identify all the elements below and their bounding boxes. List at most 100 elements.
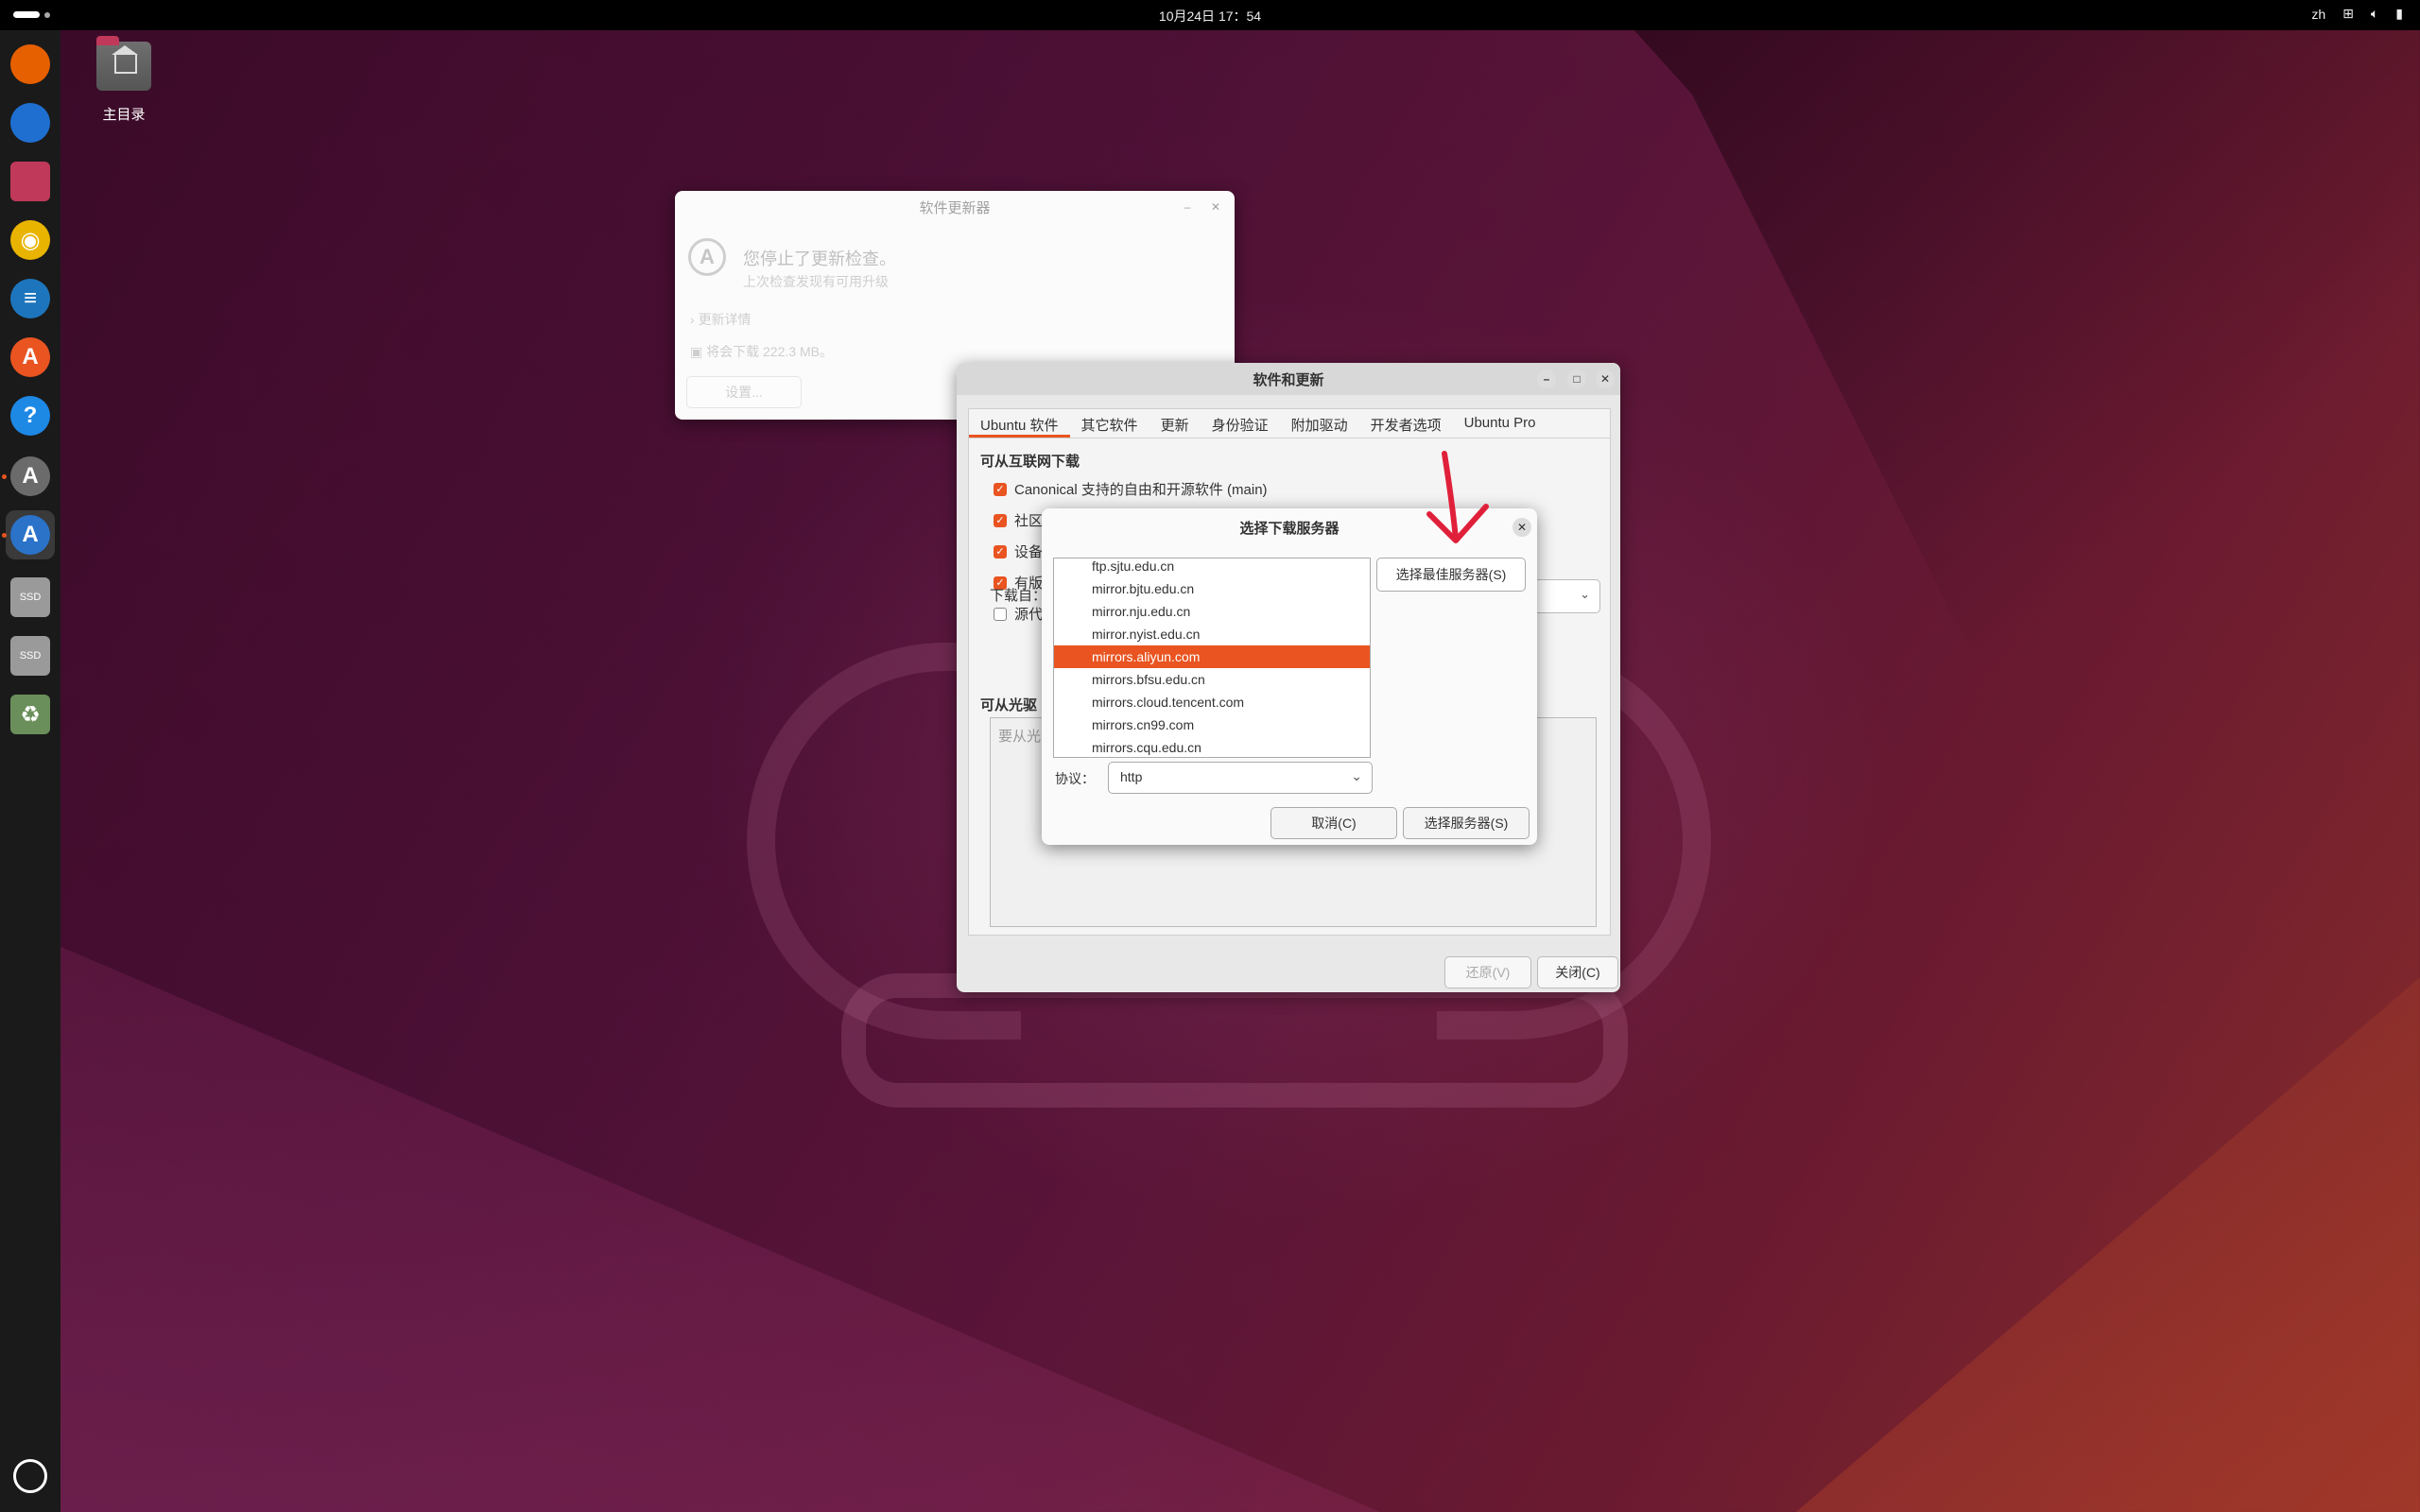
cancel-button[interactable]: 取消(C)	[1270, 807, 1397, 839]
dock-item[interactable]	[6, 98, 55, 147]
updater-titlebar: 软件更新器 – ✕	[675, 191, 1235, 223]
update-details-label: 更新详情	[698, 312, 752, 327]
top-bar: 10月24日 17：54 zh ⊞ 🔈︎ ▮	[0, 0, 2420, 30]
server-list-item[interactable]: mirror.bjtu.edu.cn	[1054, 577, 1370, 600]
source-checkbox-row[interactable]: ✓ Canonical 支持的自由和开源软件 (main)	[994, 479, 1268, 499]
update-details-expander[interactable]: › 更新详情	[690, 310, 752, 329]
ssd-drive-2-icon: SSD	[10, 636, 50, 676]
wallpaper-crown-ring	[841, 973, 1628, 1108]
protocol-value: http	[1120, 769, 1143, 784]
source-checkbox-row[interactable]: 源代	[994, 604, 1043, 624]
protocol-dropdown[interactable]: http ⌄	[1108, 762, 1373, 794]
show-apps-button[interactable]	[6, 1452, 55, 1501]
cdrom-section-title: 可从光驱	[980, 697, 1038, 713]
files-icon	[10, 162, 50, 201]
dock-item[interactable]: A	[6, 333, 55, 382]
dock-item[interactable]: SSD	[6, 573, 55, 622]
swu-titlebar: 软件和更新 – □ ✕	[957, 363, 1620, 395]
select-best-server-button[interactable]: 选择最佳服务器(S)	[1376, 558, 1526, 592]
updater-app-icon: A	[688, 238, 726, 276]
ssd-drive-icon: SSD	[10, 577, 50, 617]
input-language[interactable]: zh	[2311, 7, 2325, 22]
dock-item[interactable]: ≡	[6, 274, 55, 323]
server-list[interactable]: ftp.sjtu.edu.cn mirror.bjtu.edu.cn mirror.…	[1053, 558, 1371, 758]
server-list-item[interactable]: ftp.sjtu.edu.cn	[1054, 558, 1370, 577]
close-button[interactable]: ✕	[1512, 518, 1531, 537]
tab-2[interactable]: 更新	[1150, 409, 1201, 438]
running-indicator	[2, 533, 7, 538]
dock-item[interactable]: A	[2, 510, 55, 559]
dock-item[interactable]: ◉	[6, 215, 55, 265]
server-list-item[interactable]: mirror.nju.edu.cn	[1054, 600, 1370, 623]
server-list-item[interactable]: mirror.nyist.edu.cn	[1054, 623, 1370, 645]
updater-subheading: 上次检查发现有可用升级	[743, 274, 889, 289]
checkbox[interactable]	[994, 607, 1007, 621]
server-list-item[interactable]: mirrors.cloud.tencent.com	[1054, 691, 1370, 713]
annotation-arrow-icon	[1426, 451, 1489, 543]
checkbox[interactable]: ✓	[994, 544, 1007, 558]
close-button[interactable]: ✕	[1206, 198, 1225, 216]
checkbox-label: 社区	[1014, 513, 1044, 529]
software-updater-icon: A	[10, 456, 50, 496]
dialog-title: 选择下载服务器	[1239, 520, 1340, 537]
tab-6[interactable]: Ubuntu Pro	[1453, 409, 1547, 438]
source-checkbox-row[interactable]: ✓ 设备	[994, 541, 1043, 561]
internet-section-title: 可从互联网下载	[980, 454, 1080, 470]
source-checkbox-row[interactable]: ✓ 社区	[994, 510, 1043, 530]
server-list-item[interactable]: mirrors.bfsu.edu.cn	[1054, 668, 1370, 691]
system-tray[interactable]: zh ⊞ 🔈︎ ▮	[2311, 6, 2403, 22]
battery-icon: ▮	[2395, 6, 2403, 21]
wallpaper-ray	[57, 945, 1380, 1512]
ubuntu-apps-icon	[13, 1459, 47, 1493]
network-icon: ⊞	[2342, 6, 2354, 21]
dock-item[interactable]: SSD	[6, 631, 55, 680]
chevron-down-icon: ⌄	[1351, 768, 1362, 783]
close-dialog-button[interactable]: 关闭(C)	[1537, 956, 1618, 988]
desktop-home-label: 主目录	[102, 107, 146, 123]
server-list-item[interactable]: mirrors.aliyun.com	[1054, 645, 1370, 668]
home-folder-icon	[96, 36, 151, 91]
revert-button[interactable]: 还原(V)	[1444, 956, 1531, 988]
rhythmbox-icon: ◉	[10, 220, 50, 260]
server-list-item[interactable]: mirrors.cqu.edu.cn	[1054, 736, 1370, 757]
app-center-icon: A	[10, 337, 50, 377]
updater-settings-button[interactable]: 设置...	[686, 376, 802, 408]
download-from-label: 下载自：	[990, 588, 1047, 604]
maximize-button[interactable]: □	[1567, 369, 1586, 388]
tab-3[interactable]: 身份验证	[1201, 409, 1280, 438]
tab-0[interactable]: Ubuntu 软件	[969, 409, 1070, 438]
desktop-home-folder[interactable]: 主目录	[95, 36, 153, 124]
swu-tabs: Ubuntu 软件 其它软件 更新 身份验证 附加驱动 开发者选项 Ubuntu Pro	[969, 409, 1610, 438]
wallpaper-shadow	[1607, 0, 2420, 945]
libreoffice-writer-icon: ≡	[10, 279, 50, 318]
help-icon: ?	[10, 396, 50, 436]
choose-server-button[interactable]: 选择服务器(S)	[1403, 807, 1530, 839]
cdrom-placeholder: 要从光	[998, 729, 1042, 745]
checkbox[interactable]: ✓	[994, 482, 1007, 496]
dock-item[interactable]: ?	[6, 391, 55, 440]
dock-item[interactable]: ♻	[6, 690, 55, 739]
tab-4[interactable]: 附加驱动	[1280, 409, 1359, 438]
thunderbird-icon	[10, 103, 50, 143]
download-size: ▣ 将会下载 222.3 MB。	[690, 342, 833, 361]
checkbox[interactable]: ✓	[994, 513, 1007, 527]
trash-icon: ♻	[10, 695, 50, 734]
checkbox-label: 设备	[1014, 544, 1044, 560]
firefox-icon	[10, 44, 50, 84]
protocol-label: 协议：	[1055, 771, 1095, 786]
clock[interactable]: 10月24日 17：54	[0, 7, 2420, 26]
dock-item[interactable]	[6, 157, 55, 206]
download-size-text: 将会下载 222.3 MB。	[706, 344, 833, 359]
volume-icon: 🔈︎	[2370, 6, 2379, 21]
checkbox-label: Canonical 支持的自由和开源软件 (main)	[1014, 482, 1268, 498]
minimize-button[interactable]: –	[1178, 198, 1197, 216]
chevron-down-icon: ⌄	[1580, 587, 1590, 601]
dock-item[interactable]: A	[2, 452, 55, 501]
close-button[interactable]: ✕	[1596, 369, 1615, 388]
dock-item[interactable]	[6, 40, 55, 89]
tab-1[interactable]: 其它软件	[1070, 409, 1150, 438]
tab-5[interactable]: 开发者选项	[1359, 409, 1453, 438]
server-list-item[interactable]: mirrors.cn99.com	[1054, 713, 1370, 736]
choose-server-dialog: 选择下载服务器 ✕ ftp.sjtu.edu.cn mirror.bjtu.edu…	[1042, 508, 1537, 845]
minimize-button[interactable]: –	[1537, 369, 1556, 388]
